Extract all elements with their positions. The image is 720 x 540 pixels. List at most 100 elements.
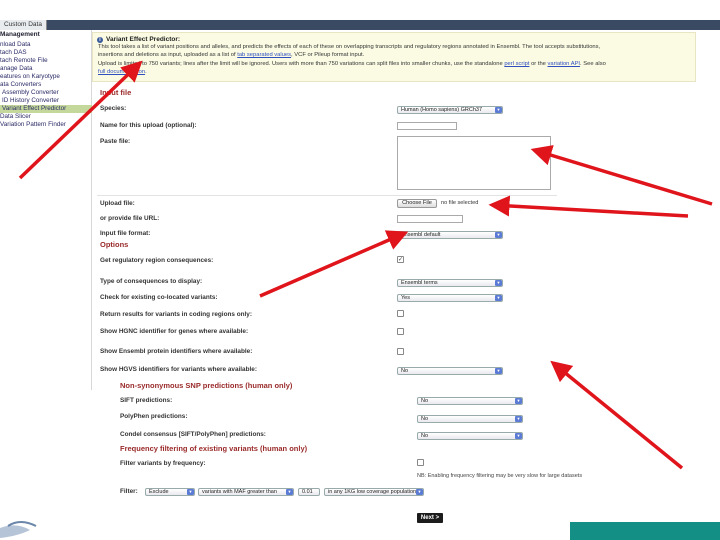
chevron-down-icon: ▼: [515, 416, 522, 422]
filter-frequency-checkbox[interactable]: [417, 459, 424, 466]
full-documentation-link[interactable]: full documentation: [98, 69, 145, 75]
divider: [97, 195, 557, 196]
arrow-to-input-format: [259, 230, 409, 298]
screenshot-stage: Custom Data Management nload Data tach D…: [0, 0, 720, 540]
chevron-down-icon: ▼: [495, 280, 502, 286]
sidebar-item-upload-data[interactable]: nload Data: [0, 41, 92, 49]
consequence-type-value: Ensembl terms: [401, 280, 438, 286]
info-text: This tool takes a list of variant positi…: [98, 44, 601, 50]
filter-action-value: Exclude: [149, 489, 169, 495]
sidebar-item-attach-remote-file[interactable]: tach Remote File: [0, 57, 92, 65]
colocated-variants-select[interactable]: Yes ▼: [397, 294, 503, 302]
file-url-label: or provide file URL:: [100, 215, 160, 222]
regulatory-label: Get regulatory region consequences:: [100, 257, 214, 264]
sift-label: SIFT predictions:: [120, 397, 173, 404]
chevron-down-icon: ▼: [495, 368, 502, 374]
sidebar-item-features-on-karyotype[interactable]: eatures on Karyotype: [0, 73, 92, 81]
filter-what-select[interactable]: variants with MAF greater than ▼: [198, 488, 294, 496]
hgnc-checkbox[interactable]: [397, 328, 404, 335]
info-text-line-3: Upload is limited to 750 variants; lines…: [98, 60, 690, 68]
tab-separated-values-link[interactable]: tab separated values: [237, 52, 291, 58]
chevron-down-icon: ▼: [416, 489, 423, 495]
sidebar-item-assembly-converter[interactable]: Assembly Converter: [0, 89, 92, 97]
nonsyn-section-title: Non-synonymous SNP predictions (human on…: [120, 381, 293, 390]
choose-file-button[interactable]: Choose File: [397, 199, 437, 208]
hgvs-value: No: [401, 368, 409, 374]
info-title: Variant Effect Predictor:: [106, 36, 181, 43]
sidebar-item-id-history-converter[interactable]: ID History Converter: [0, 97, 92, 105]
perl-script-link[interactable]: perl script: [504, 61, 529, 67]
arrow-to-paste-file: [530, 145, 713, 206]
consequence-type-select[interactable]: Ensembl terms ▼: [397, 279, 503, 287]
tab-bar: Custom Data: [0, 20, 720, 30]
chevron-down-icon: ▼: [515, 433, 522, 439]
sidebar-item-manage-data[interactable]: anage Data: [0, 65, 92, 73]
coding-only-checkbox[interactable]: [397, 310, 404, 317]
sidebar-item-data-slicer[interactable]: Data Slicer: [0, 113, 92, 121]
hgvs-label: Show HGVS identifiers for variants where…: [100, 366, 257, 373]
chevron-down-icon: ▼: [495, 107, 502, 113]
no-file-selected-text: no file selected: [441, 200, 479, 206]
info-text: Upload is limited to 750 variants; lines…: [98, 61, 505, 67]
options-section-title: Options: [100, 240, 129, 249]
sidebar-item-variant-effect-predictor[interactable]: Variant Effect Predictor: [0, 105, 92, 113]
polyphen-label: PolyPhen predictions:: [120, 413, 188, 420]
sift-value: No: [421, 398, 429, 404]
filter-population-value: in any 1KG low coverage population: [328, 489, 417, 495]
condel-label: Condel consensus [SIFT/PolyPhen] predict…: [120, 431, 266, 438]
sidebar: Management nload Data tach DAS tach Remo…: [0, 30, 92, 390]
info-text: . See also: [580, 61, 606, 67]
species-value: Human (Homo sapiens) GRCh37: [401, 107, 483, 113]
input-format-select[interactable]: Ensembl default ▼: [397, 231, 503, 239]
filter-frequency-label: Filter variants by frequency:: [120, 460, 206, 467]
tab-custom-data[interactable]: Custom Data: [0, 20, 47, 30]
info-text-line-4: full documentation.: [98, 68, 690, 76]
info-text: or the: [529, 61, 548, 67]
info-text-line-2: insertions and deletions as input, uploa…: [98, 51, 690, 59]
filter-value-input[interactable]: 0.01: [298, 488, 320, 496]
colocated-variants-label: Check for existing co-located variants:: [100, 294, 218, 301]
sift-select[interactable]: No ▼: [417, 397, 523, 405]
sidebar-heading: Management: [0, 31, 40, 38]
info-box: i Variant Effect Predictor: This tool ta…: [92, 32, 696, 82]
arrow-to-options: [550, 360, 684, 470]
next-button[interactable]: Next >: [417, 513, 443, 523]
upload-file-label: Upload file:: [100, 200, 135, 207]
info-text: insertions and deletions as input, uploa…: [98, 52, 238, 58]
sidebar-item-data-converters[interactable]: ata Converters: [0, 81, 92, 89]
species-label: Species:: [100, 105, 127, 112]
filter-population-select[interactable]: in any 1KG low coverage population ▼: [324, 488, 424, 496]
colocated-variants-value: Yes: [401, 295, 410, 301]
condel-value: No: [421, 433, 429, 439]
paste-file-textarea[interactable]: [397, 136, 551, 190]
consequence-type-label: Type of consequences to display:: [100, 278, 203, 285]
input-format-label: Input file format:: [100, 230, 151, 237]
hgnc-label: Show HGNC identifier for genes where ava…: [100, 328, 249, 335]
variation-api-link[interactable]: variation API: [548, 61, 581, 67]
info-text: , VCF or Pileup format input.: [291, 52, 365, 58]
filter-label: Filter:: [120, 488, 138, 495]
file-url-input[interactable]: [397, 215, 463, 223]
sidebar-item-attach-das[interactable]: tach DAS: [0, 49, 92, 57]
chevron-down-icon: ▼: [286, 489, 293, 495]
hgvs-select[interactable]: No ▼: [397, 367, 503, 375]
input-file-section-title: Input file: [100, 88, 132, 97]
species-select[interactable]: Human (Homo sapiens) GRCh37 ▼: [397, 106, 503, 114]
polyphen-select[interactable]: No ▼: [417, 415, 523, 423]
decorative-teal-bar: [570, 522, 720, 540]
condel-select[interactable]: No ▼: [417, 432, 523, 440]
nb-note: NB: Enabling frequency filtering may be …: [417, 473, 583, 479]
filter-what-value: variants with MAF greater than: [202, 489, 277, 495]
filter-action-select[interactable]: Exclude ▼: [145, 488, 195, 496]
regulatory-checkbox[interactable]: ✓: [397, 256, 404, 263]
coding-only-label: Return results for variants in coding re…: [100, 311, 252, 318]
sidebar-item-variation-pattern-finder[interactable]: Variation Pattern Finder: [0, 121, 92, 129]
input-format-value: Ensembl default: [401, 232, 441, 238]
upload-name-input[interactable]: [397, 122, 457, 130]
chevron-down-icon: ▼: [495, 232, 502, 238]
info-text-line-1: This tool takes a list of variant positi…: [98, 43, 690, 51]
chevron-down-icon: ▼: [187, 489, 194, 495]
upload-name-label: Name for this upload (optional):: [100, 122, 197, 129]
protein-id-checkbox[interactable]: [397, 348, 404, 355]
info-text: .: [145, 69, 147, 75]
